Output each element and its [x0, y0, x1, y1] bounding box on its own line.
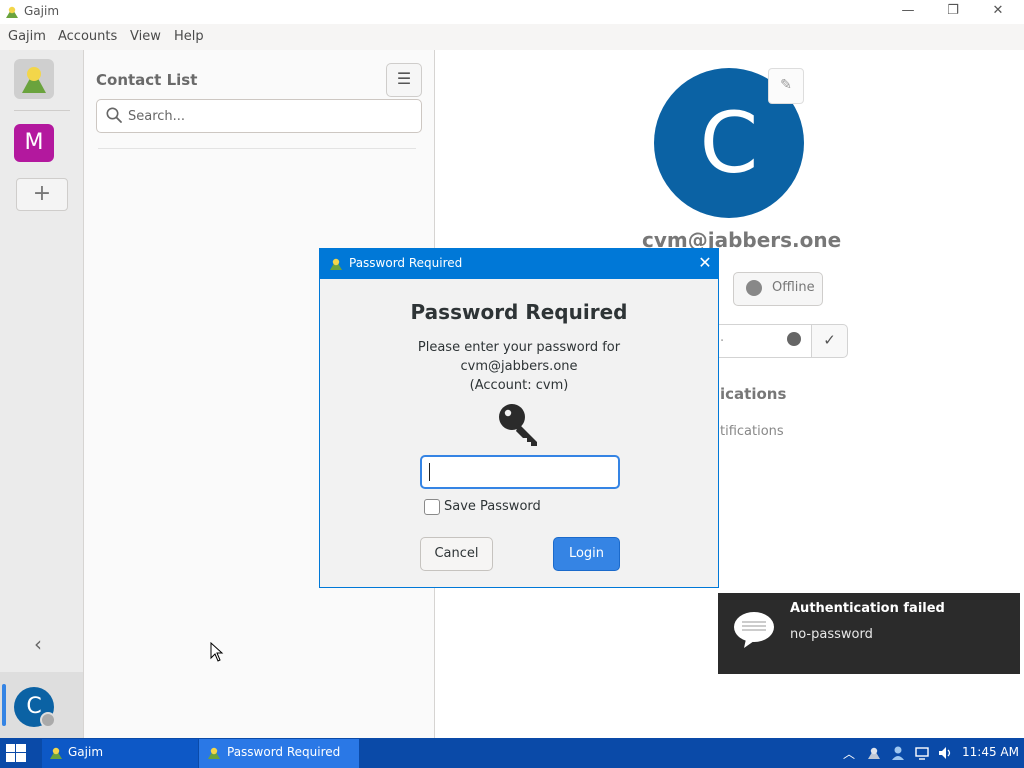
tray-user-icon[interactable]	[890, 745, 906, 761]
confirm-status-button[interactable]: ✓	[811, 324, 848, 358]
search-icon	[106, 107, 122, 123]
toast-title: Authentication failed	[790, 601, 945, 616]
status-dot	[40, 712, 56, 728]
menu-gajim[interactable]: Gajim	[8, 29, 46, 44]
window-titlebar	[0, 0, 1024, 24]
cancel-button[interactable]: Cancel	[420, 537, 493, 571]
account-m-button[interactable]: M	[14, 124, 54, 162]
notifications-subtext: tifications	[720, 424, 784, 439]
save-password-label[interactable]: Save Password	[444, 499, 541, 514]
dialog-heading: Password Required	[410, 300, 628, 324]
save-password-checkbox[interactable]	[424, 499, 440, 515]
dialog-message-line: Please enter your password for	[417, 340, 621, 355]
volume-icon[interactable]	[937, 745, 953, 761]
taskbar-clock[interactable]: 11:45 AM	[962, 745, 1019, 759]
close-button[interactable]: ✕	[983, 2, 1013, 22]
window-title: Gajim	[24, 4, 60, 18]
gajim-logo-icon	[6, 6, 18, 18]
taskbar-label: Gajim	[68, 745, 104, 759]
gajim-logo-icon	[208, 747, 220, 759]
contact-list-divider	[98, 148, 416, 149]
tray-gajim-icon[interactable]	[866, 745, 882, 761]
search-input[interactable]	[126, 100, 410, 132]
windows-start-icon[interactable]	[6, 744, 26, 762]
menu-view[interactable]: View	[130, 29, 161, 44]
mouse-cursor-icon	[210, 642, 224, 662]
status-message-text: .	[720, 330, 725, 345]
notifications-heading: ications	[720, 385, 787, 403]
main-view-button[interactable]	[14, 59, 54, 99]
menu-accounts[interactable]: Accounts	[58, 29, 117, 44]
taskbar-label: Password Required	[227, 745, 341, 759]
hamburger-menu-button[interactable]: ☰	[386, 63, 422, 97]
taskbar-item-gajim[interactable]	[42, 739, 198, 768]
key-icon	[499, 404, 537, 446]
sidebar-divider	[14, 110, 70, 111]
emoji-icon[interactable]	[787, 332, 801, 346]
dialog-title: Password Required	[349, 256, 463, 270]
network-icon[interactable]	[914, 745, 930, 761]
tray-expand-icon[interactable]: ︿	[843, 745, 855, 762]
dialog-close-button[interactable]: ✕	[692, 252, 718, 276]
dialog-jid-line: cvm@jabbers.one	[460, 359, 578, 374]
restore-button[interactable]: ❐	[938, 2, 968, 22]
gajim-logo-icon	[330, 258, 342, 270]
dialog-account-line: (Account: cvm)	[469, 378, 569, 393]
menu-help[interactable]: Help	[174, 29, 204, 44]
minimize-button[interactable]: —	[893, 2, 923, 22]
text-caret	[429, 463, 430, 481]
password-input[interactable]	[420, 455, 620, 489]
edit-avatar-button[interactable]: ✎	[768, 68, 804, 104]
login-button[interactable]: Login	[553, 537, 620, 571]
active-indicator	[2, 684, 6, 726]
status-label: Offline	[772, 280, 815, 295]
add-account-button[interactable]: +	[16, 178, 68, 211]
contact-list-title: Contact List	[96, 71, 198, 89]
toast-body: no-password	[790, 627, 873, 642]
gajim-logo-icon	[50, 747, 62, 759]
offline-status-icon	[746, 280, 762, 296]
collapse-sidebar-icon[interactable]: ‹	[34, 632, 42, 656]
gajim-logo-icon	[22, 67, 46, 93]
chat-bubble-icon	[734, 612, 774, 648]
